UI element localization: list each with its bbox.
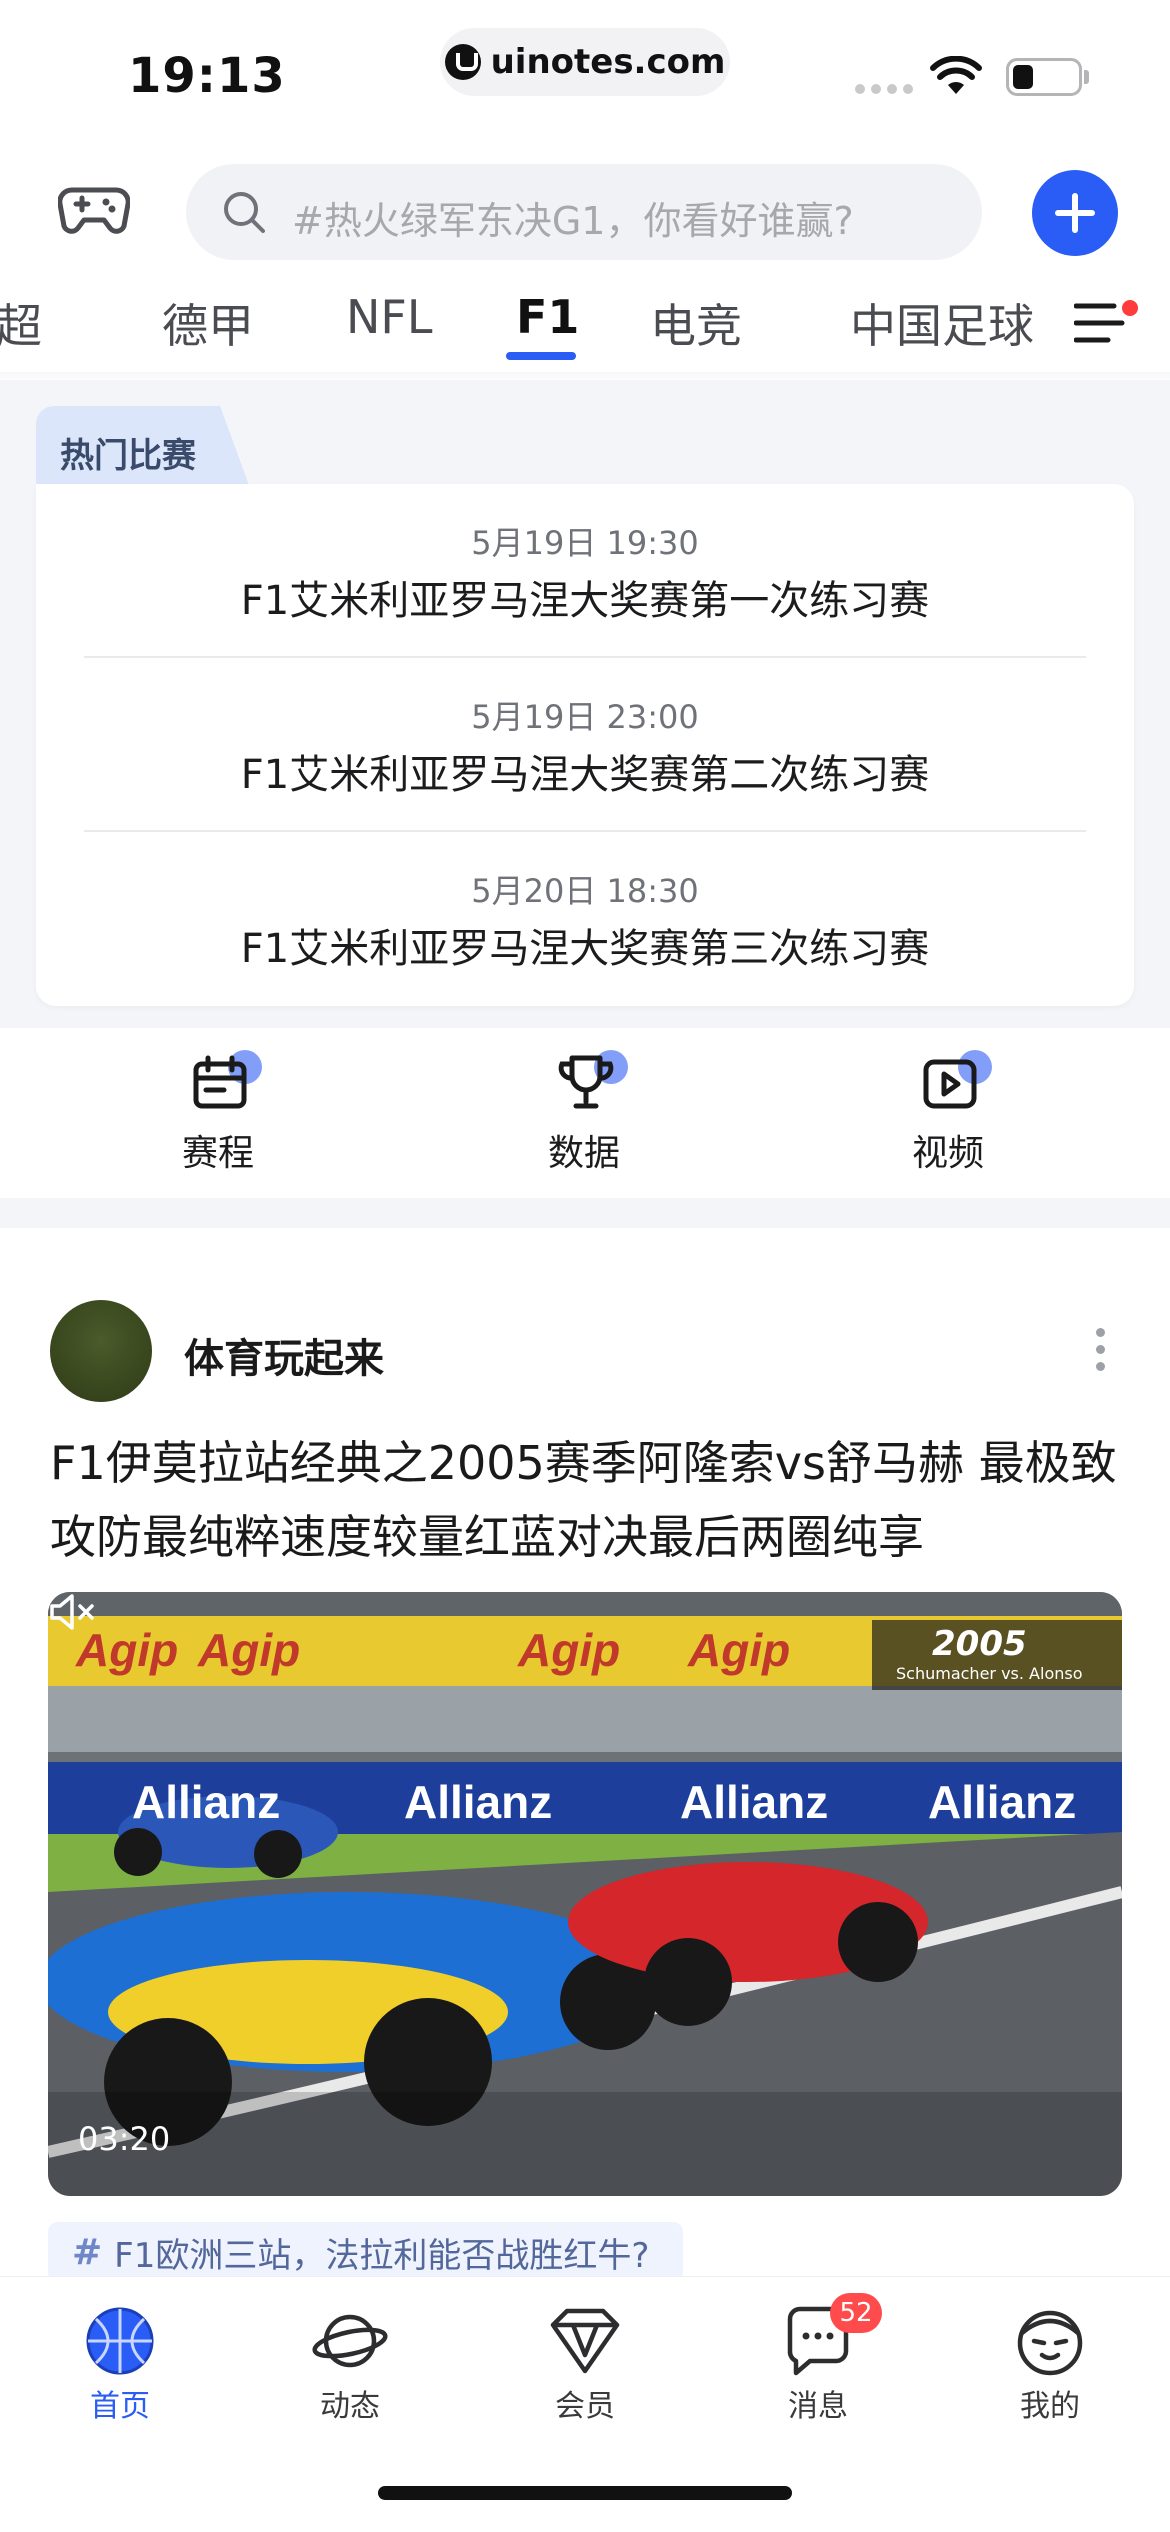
avatar[interactable] (50, 1300, 152, 1402)
match-title: F1艾米利亚罗马涅大奖赛第二次练习赛 (240, 752, 930, 798)
schedule-link[interactable]: 赛程 (118, 1028, 318, 1198)
post-title[interactable]: F1伊莫拉站经典之2005赛季阿隆索vs舒马赫 最极致攻防最纯粹速度较量红蓝对决… (50, 1426, 1120, 1574)
topic-tag[interactable]: # F1欧洲三站，法拉利能否战胜红牛? (48, 2222, 684, 2282)
feed-post: 体育玩起来 F1伊莫拉站经典之2005赛季阿隆索vs舒马赫 最极致攻防最纯粹速度… (0, 1228, 1170, 2282)
search-icon (224, 192, 265, 233)
nav-membership-label: 会员 (555, 2389, 615, 2424)
tab-bundesliga[interactable]: 德甲 (162, 290, 254, 356)
match-item[interactable]: 5月20日 18:30 F1艾米利亚罗马涅大奖赛第三次练习赛 (84, 832, 1086, 1004)
active-tab-indicator (506, 352, 576, 360)
status-time: 19:13 (128, 48, 286, 104)
nav-messages[interactable]: 52 消息 (738, 2293, 898, 2424)
schedule-label: 赛程 (181, 1133, 254, 1174)
battery-tip (1084, 70, 1089, 84)
sponsor-banner: Agip (687, 1624, 790, 1676)
search-input[interactable]: #热火绿军东决G1，你看好谁赢? (186, 164, 982, 260)
mute-icon[interactable] (48, 1592, 98, 1632)
nav-feed-label: 动态 (320, 2389, 380, 2424)
signal-icon (855, 84, 913, 94)
nav-home-label: 首页 (90, 2389, 150, 2424)
nav-membership[interactable]: 会员 (505, 2297, 665, 2424)
match-time: 5月20日 18:30 (471, 872, 699, 910)
video-link[interactable]: 视频 (848, 1028, 1048, 1198)
match-time: 5月19日 23:00 (471, 698, 699, 736)
more-options-icon[interactable] (1096, 1328, 1106, 1374)
topic-text: F1欧洲三站，法拉利能否战胜红牛? (114, 2235, 650, 2276)
status-bar: 19:13 uinotes.com (0, 0, 1170, 140)
nav-messages-label: 消息 (788, 2389, 848, 2424)
calendar-icon (193, 1055, 247, 1109)
menu-icon[interactable] (1074, 300, 1128, 346)
tab-china-football[interactable]: 中国足球 (850, 290, 1034, 356)
video-label: 视频 (911, 1133, 984, 1174)
match-item[interactable]: 5月19日 19:30 F1艾米利亚罗马涅大奖赛第一次练习赛 (84, 484, 1086, 656)
basketball-icon (86, 2307, 154, 2375)
match-title: F1艾米利亚罗马涅大奖赛第一次练习赛 (240, 578, 930, 624)
nav-feed[interactable]: 动态 (270, 2297, 430, 2424)
allianz-banner: Allianz (132, 1776, 280, 1828)
nav-home[interactable]: 首页 (40, 2297, 200, 2424)
allianz-banner: Allianz (404, 1776, 552, 1828)
trophy-icon (558, 1055, 614, 1109)
match-title: F1艾米利亚罗马涅大奖赛第三次练习赛 (240, 926, 930, 972)
wifi-icon (930, 56, 982, 94)
nav-profile[interactable]: 我的 (970, 2297, 1130, 2424)
tab-premier-league[interactable]: 超 (0, 290, 70, 356)
search-placeholder: #热火绿军东决G1，你看好谁赢? (292, 199, 854, 243)
video-badge-year: 2005 (932, 1624, 1027, 1664)
home-indicator (378, 2486, 792, 2500)
video-play-icon (923, 1059, 977, 1109)
stats-link[interactable]: 数据 (484, 1028, 684, 1198)
url-text: uinotes.com (490, 42, 726, 82)
allianz-banner: Allianz (680, 1776, 828, 1828)
video-badge: 2005 Schumacher vs. Alonso (872, 1620, 1122, 1690)
match-time: 5月19日 19:30 (471, 524, 699, 562)
menu-notification-dot (1122, 300, 1138, 316)
sport-tabs: 超 德甲 NFL F1 电竞 中国足球 (0, 280, 1170, 364)
stats-label: 数据 (547, 1133, 620, 1174)
url-pill[interactable]: uinotes.com (440, 28, 730, 96)
add-button[interactable] (1032, 170, 1118, 256)
sponsor-banner: Agip (197, 1624, 300, 1676)
hot-matches-card: 5月19日 19:30 F1艾米利亚罗马涅大奖赛第一次练习赛 5月19日 23:… (36, 484, 1134, 1006)
video-badge-subtitle: Schumacher vs. Alonso (896, 1664, 1083, 1683)
tab-f1[interactable]: F1 (516, 290, 579, 344)
planet-icon (312, 2314, 388, 2368)
hot-matches-label: 热门比赛 (60, 436, 196, 476)
gamepad-icon[interactable] (58, 178, 130, 238)
allianz-banner: Allianz (928, 1776, 1076, 1828)
site-icon (444, 44, 481, 80)
diamond-icon (550, 2308, 620, 2374)
video-duration: 03:20 (78, 2120, 171, 2158)
tab-nfl[interactable]: NFL (346, 290, 433, 344)
quick-links: 赛程 数据 视频 (0, 1028, 1170, 1198)
unread-badge: 52 (830, 2293, 882, 2333)
tab-esports[interactable]: 电竞 (650, 290, 742, 356)
video-player[interactable]: Agip Agip Agip Agip Allianz Allianz Alli… (48, 1592, 1122, 2196)
sponsor-banner: Agip (517, 1624, 620, 1676)
author-name[interactable]: 体育玩起来 (184, 1326, 384, 1384)
nav-profile-label: 我的 (1020, 2389, 1080, 2424)
hot-matches-section: 热门比赛 5月19日 19:30 F1艾米利亚罗马涅大奖赛第一次练习赛 5月19… (0, 380, 1170, 1228)
match-item[interactable]: 5月19日 23:00 F1艾米利亚罗马涅大奖赛第二次练习赛 (84, 658, 1086, 830)
battery-icon (1006, 58, 1082, 96)
hashtag-icon: # (72, 2231, 103, 2273)
profile-face-icon (1017, 2310, 1083, 2376)
